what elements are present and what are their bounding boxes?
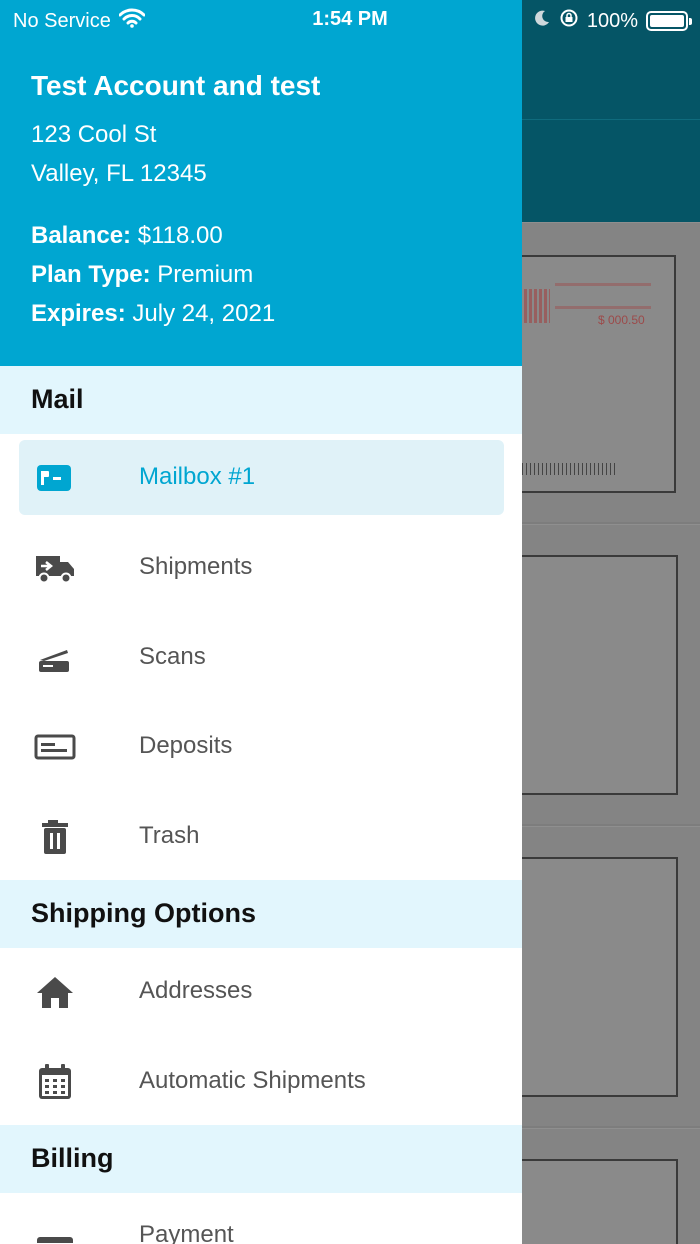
- section-title: Billing: [31, 1143, 114, 1173]
- menu-item-label: Trash: [139, 822, 200, 849]
- home-icon: [34, 974, 76, 1010]
- section-header-billing: Billing: [0, 1125, 522, 1193]
- scanner-icon: [34, 640, 76, 676]
- menu-item-label: Addresses: [139, 977, 253, 1004]
- menu-item-payment[interactable]: Payment: [19, 1198, 504, 1244]
- account-name: Test Account and test: [31, 70, 321, 101]
- background-envelope: [522, 555, 678, 795]
- expires-value: July 24, 2021: [132, 300, 276, 327]
- menu-item-label: Shipments: [139, 553, 253, 580]
- battery-icon: [646, 11, 692, 31]
- section-header-shipping-options: Shipping Options: [0, 880, 522, 948]
- stamp-barcode: [522, 463, 618, 475]
- section-header-mail: Mail: [0, 366, 522, 434]
- moon-icon: [533, 9, 551, 33]
- credit-card-icon: [34, 1218, 76, 1244]
- menu-item-label: Mailbox #1: [139, 463, 256, 490]
- battery-percent: 100%: [586, 9, 638, 32]
- menu-item-label: Deposits: [139, 732, 233, 759]
- account-address-line1: 123 Cool St: [31, 121, 157, 148]
- menu-item-deposits[interactable]: Deposits: [19, 709, 504, 784]
- menu-item-label: Scans: [139, 643, 206, 670]
- menu-item-trash[interactable]: Trash: [19, 799, 504, 874]
- account-header: Test Account and test 123 Cool St Valley…: [0, 0, 522, 366]
- section-title: Mail: [31, 384, 84, 414]
- navigation-drawer: Test Account and test 123 Cool St Valley…: [0, 0, 522, 1244]
- trash-icon: [34, 819, 76, 855]
- check-deposit-icon: [34, 729, 76, 765]
- stamp-qr-code: [524, 289, 550, 323]
- menu-item-addresses[interactable]: Addresses: [19, 954, 504, 1029]
- menu-item-scans[interactable]: Scans: [19, 620, 504, 695]
- account-expires: Expires: July 24, 2021: [31, 300, 275, 328]
- menu-item-mailbox[interactable]: Mailbox #1: [19, 440, 504, 515]
- balance-label: Balance:: [31, 222, 132, 249]
- menu-item-label: Automatic Shipments: [139, 1067, 366, 1094]
- status-bar: No Service 1:54 PM 100%: [0, 0, 700, 40]
- stamp-amount: $ 000.50: [598, 313, 645, 327]
- stamp-logo: [555, 283, 651, 309]
- menu-item-label: Payment: [139, 1221, 234, 1244]
- rotation-lock-icon: [559, 8, 579, 34]
- account-balance: Balance: $118.00: [31, 222, 223, 250]
- expires-label: Expires:: [31, 300, 126, 327]
- background-envelope: [522, 1159, 678, 1244]
- plan-label: Plan Type:: [31, 261, 151, 288]
- background-envelope: [522, 857, 678, 1097]
- account-address-line2: Valley, FL 12345: [31, 160, 207, 187]
- shipping-truck-icon: [34, 550, 76, 586]
- menu-item-shipments[interactable]: Shipments: [19, 530, 504, 605]
- account-plan: Plan Type: Premium: [31, 261, 253, 289]
- balance-value: $118.00: [137, 222, 223, 249]
- mailbox-icon: [34, 460, 76, 496]
- calendar-icon: [34, 1064, 76, 1100]
- menu-item-automatic-shipments[interactable]: Automatic Shipments: [19, 1044, 504, 1119]
- section-title: Shipping Options: [31, 898, 256, 928]
- plan-value: Premium: [157, 261, 254, 288]
